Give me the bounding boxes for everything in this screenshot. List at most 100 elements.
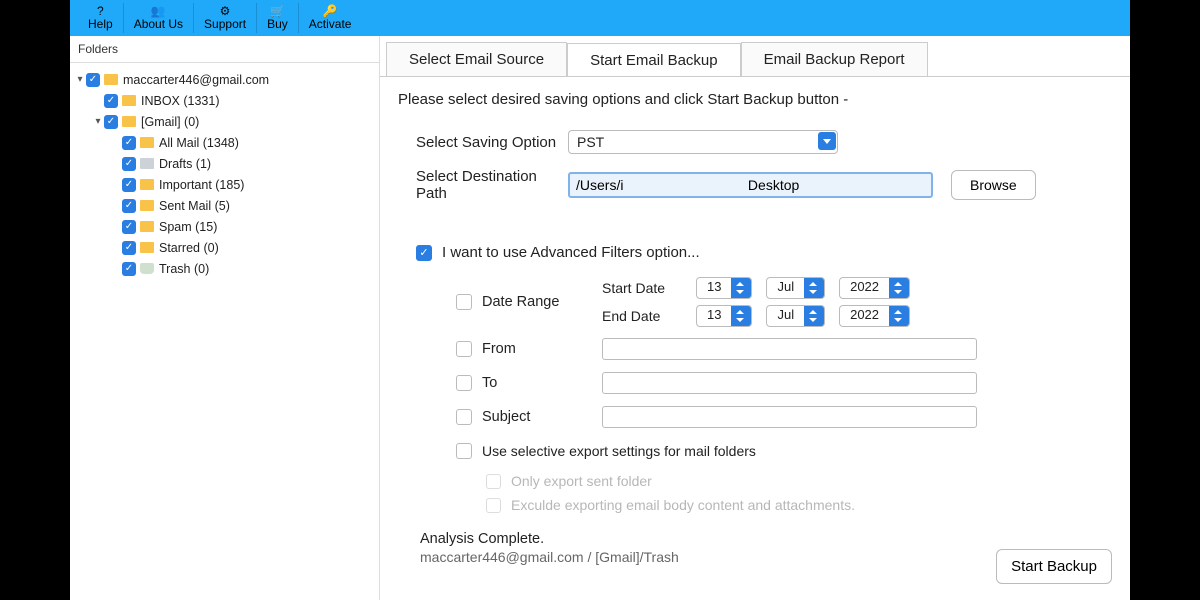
toolbar-label: Activate (309, 17, 352, 31)
checkbox[interactable]: ✓ (122, 136, 136, 150)
stepper-icon[interactable] (804, 278, 824, 298)
end-date-label: End Date (602, 308, 682, 324)
from-checkbox[interactable] (456, 341, 472, 357)
stepper-icon[interactable] (731, 306, 751, 326)
start-date-label: Start Date (602, 280, 682, 296)
stepper-icon[interactable] (889, 278, 909, 298)
stepper-icon[interactable] (731, 278, 751, 298)
help-icon: ? (97, 5, 104, 17)
folder-icon (122, 116, 136, 127)
folders-sidebar: Folders ▾ ✓ maccarter446@gmail.com ✓ INB… (70, 36, 380, 600)
checkbox-account[interactable]: ✓ (86, 73, 100, 87)
exclude-label: Exculde exporting email body content and… (511, 497, 855, 513)
exclude-checkbox (486, 498, 501, 513)
start-day-stepper[interactable]: 13 (696, 277, 752, 299)
folder-icon (122, 95, 136, 106)
saving-option-value: PST (568, 130, 838, 154)
tab-start-backup[interactable]: Start Email Backup (567, 43, 741, 77)
start-backup-button[interactable]: Start Backup (996, 549, 1112, 584)
instruction-text: Please select desired saving options and… (398, 91, 1112, 108)
toolbar-label: Buy (267, 17, 288, 31)
checkbox-gmail[interactable]: ✓ (104, 115, 118, 129)
toolbar-label: Help (88, 17, 113, 31)
advanced-filters-label: I want to use Advanced Filters option... (442, 244, 700, 261)
about-icon: 👥 (151, 5, 166, 17)
checkbox[interactable]: ✓ (122, 262, 136, 276)
advanced-filters-checkbox[interactable]: ✓ (416, 245, 432, 261)
toolbar-activate[interactable]: 🔑Activate (299, 3, 362, 33)
stepper-icon[interactable] (804, 306, 824, 326)
toolbar-help[interactable]: ?Help (78, 3, 124, 33)
to-checkbox[interactable] (456, 375, 472, 391)
caret-down-icon[interactable]: ▾ (74, 74, 86, 85)
folder-label[interactable]: Important (185) (159, 178, 244, 192)
folder-tree: ▾ ✓ maccarter446@gmail.com ✓ INBOX (1331… (70, 63, 379, 600)
browse-button[interactable]: Browse (951, 170, 1036, 200)
tab-bar: Select Email Source Start Email Backup E… (380, 36, 1130, 76)
end-month-stepper[interactable]: Jul (766, 305, 825, 327)
selective-checkbox[interactable] (456, 443, 472, 459)
folder-icon (104, 74, 118, 85)
from-label: From (482, 341, 602, 357)
to-input[interactable] (602, 372, 977, 394)
selective-label: Use selective export settings for mail f… (482, 443, 756, 459)
start-month-stepper[interactable]: Jul (766, 277, 825, 299)
end-year-stepper[interactable]: 2022 (839, 305, 910, 327)
drafts-icon (140, 158, 154, 169)
folder-label[interactable]: All Mail (1348) (159, 136, 239, 150)
to-label: To (482, 375, 602, 391)
subject-input[interactable] (602, 406, 977, 428)
folder-label[interactable]: INBOX (1331) (141, 94, 220, 108)
checkbox[interactable]: ✓ (122, 241, 136, 255)
subject-checkbox[interactable] (456, 409, 472, 425)
folder-label[interactable]: Drafts (1) (159, 157, 211, 171)
toolbar-support[interactable]: ⚙Support (194, 3, 257, 33)
stepper-icon[interactable] (889, 306, 909, 326)
dest-path-label: Select Destination Path (398, 168, 568, 202)
checkbox[interactable]: ✓ (122, 220, 136, 234)
saving-option-label: Select Saving Option (398, 134, 568, 151)
backup-panel: Please select desired saving options and… (380, 76, 1130, 600)
folder-label[interactable]: Starred (0) (159, 241, 219, 255)
folder-icon (140, 242, 154, 253)
trash-icon (140, 263, 154, 274)
tab-backup-report[interactable]: Email Backup Report (741, 42, 928, 76)
folder-label[interactable]: [Gmail] (0) (141, 115, 199, 129)
subject-label: Subject (482, 409, 602, 425)
status-text: Analysis Complete. (420, 531, 1112, 547)
daterange-checkbox[interactable] (456, 294, 472, 310)
start-year-stepper[interactable]: 2022 (839, 277, 910, 299)
folder-label[interactable]: Sent Mail (5) (159, 199, 230, 213)
toolbar-label: About Us (134, 17, 183, 31)
tab-select-source[interactable]: Select Email Source (386, 42, 567, 76)
sidebar-header: Folders (70, 36, 379, 63)
folder-icon (140, 179, 154, 190)
toolbar-label: Support (204, 17, 246, 31)
only-sent-checkbox (486, 474, 501, 489)
saving-option-select[interactable]: PST (568, 130, 838, 154)
folder-icon (140, 137, 154, 148)
chevron-down-icon[interactable] (818, 132, 836, 150)
gear-icon: ⚙ (220, 5, 231, 17)
account-label[interactable]: maccarter446@gmail.com (123, 73, 269, 87)
checkbox[interactable]: ✓ (122, 178, 136, 192)
from-input[interactable] (602, 338, 977, 360)
checkbox-inbox[interactable]: ✓ (104, 94, 118, 108)
folder-icon (140, 221, 154, 232)
toolbar-about[interactable]: 👥About Us (124, 3, 194, 33)
top-toolbar: ?Help 👥About Us ⚙Support 🛒Buy 🔑Activate (70, 0, 1130, 36)
cart-icon: 🛒 (270, 5, 285, 17)
caret-down-icon[interactable]: ▾ (92, 116, 104, 127)
end-day-stepper[interactable]: 13 (696, 305, 752, 327)
folder-label[interactable]: Trash (0) (159, 262, 209, 276)
only-sent-label: Only export sent folder (511, 473, 652, 489)
dest-path-input[interactable] (568, 172, 933, 198)
folder-label[interactable]: Spam (15) (159, 220, 217, 234)
folder-icon (140, 200, 154, 211)
key-icon: 🔑 (323, 5, 338, 17)
content-area: Select Email Source Start Email Backup E… (380, 36, 1130, 600)
daterange-label: Date Range (482, 294, 602, 310)
checkbox[interactable]: ✓ (122, 157, 136, 171)
toolbar-buy[interactable]: 🛒Buy (257, 3, 299, 33)
checkbox[interactable]: ✓ (122, 199, 136, 213)
